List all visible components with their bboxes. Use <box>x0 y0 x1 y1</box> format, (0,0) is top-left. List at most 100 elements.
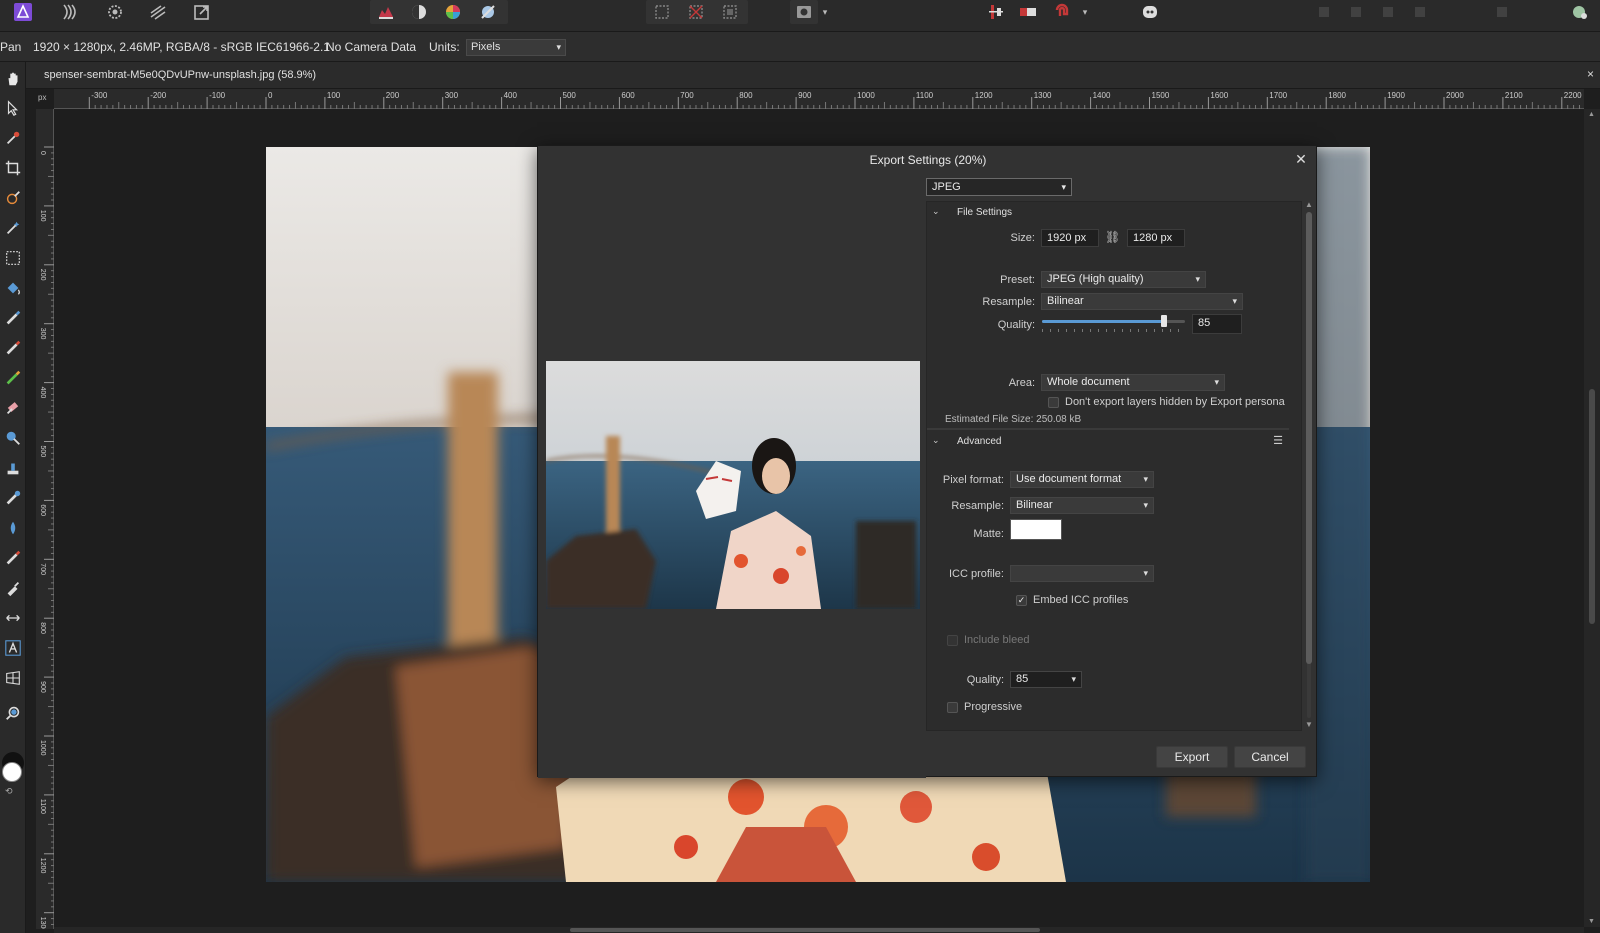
export-persona-icon[interactable] <box>188 0 216 24</box>
ruler-v-label: 1300 <box>39 917 46 929</box>
move-tool-icon[interactable] <box>3 98 23 118</box>
advanced-header[interactable]: ⌄ Advanced ☰ <box>927 431 1289 453</box>
blur-brush-tool-icon[interactable] <box>3 488 23 508</box>
embed-icc-label: Embed ICC profiles <box>1033 594 1129 606</box>
ruler-h-label: 2000 <box>1446 91 1464 100</box>
mesh-warp-tool-icon[interactable] <box>3 668 23 688</box>
quality-slider[interactable] <box>1042 315 1185 327</box>
levels-icon[interactable] <box>372 0 400 24</box>
include-bleed-checkbox[interactable] <box>947 635 958 646</box>
icc-profile-dropdown[interactable]: ▾ <box>1010 565 1154 582</box>
assistant-icon[interactable] <box>1136 0 1164 24</box>
hamburger-menu-icon[interactable]: ☰ <box>1273 434 1283 447</box>
resample-dropdown[interactable]: Bilinear ▾ <box>1041 293 1243 310</box>
marquee-tool-icon[interactable] <box>3 248 23 268</box>
document-tab[interactable]: spenser-sembrat-M5e0QDvUPnw-unsplash.jpg… <box>26 62 1600 89</box>
pen-tool-icon[interactable] <box>3 578 23 598</box>
units-dropdown[interactable]: Pixels ▾ <box>466 39 566 56</box>
pixel-format-dropdown[interactable]: Use document format ▾ <box>1010 471 1154 488</box>
crop-tool-icon[interactable] <box>3 158 23 178</box>
advanced-resample-dropdown[interactable]: Bilinear ▾ <box>1010 497 1154 514</box>
pixel-tool-icon[interactable] <box>3 338 23 358</box>
auto-contrast-icon[interactable] <box>405 0 433 24</box>
close-document-icon[interactable]: × <box>1587 67 1594 81</box>
primary-color-swatch[interactable] <box>2 762 22 782</box>
sharpen-tool-icon[interactable] <box>3 518 23 538</box>
hidden-layers-checkbox[interactable] <box>1048 397 1059 408</box>
ruler-h-label: -300 <box>91 91 108 100</box>
collapse-chevron-icon[interactable]: ⌄ <box>932 206 940 217</box>
resample-label: Resample: <box>982 296 1035 308</box>
liquify-persona-icon[interactable] <box>56 0 84 24</box>
node-tool-icon[interactable] <box>3 608 23 628</box>
tone-mapping-persona-icon[interactable] <box>144 0 172 24</box>
selection-brush-tool-icon[interactable] <box>3 188 23 208</box>
progressive-checkbox[interactable] <box>947 702 958 713</box>
arrange-back-icon[interactable] <box>1374 0 1402 24</box>
chevron-down-icon: ▾ <box>556 42 561 52</box>
advanced-quality-dropdown[interactable]: 85 ▾ <box>1010 671 1082 688</box>
scroll-down-arrow-icon[interactable]: ▼ <box>1305 720 1313 729</box>
quick-mask-icon[interactable] <box>790 0 818 24</box>
select-all-icon[interactable] <box>648 0 676 24</box>
embed-icc-checkbox[interactable]: ✓ <box>1016 595 1027 606</box>
deselect-icon[interactable] <box>682 0 710 24</box>
canvas-horizontal-scrollbar[interactable] <box>54 927 1584 933</box>
erase-brush-tool-icon[interactable] <box>3 398 23 418</box>
hand-tool-icon[interactable] <box>3 69 23 89</box>
include-bleed-label: Include bleed <box>964 634 1030 646</box>
height-input[interactable]: 1280 px <box>1127 229 1185 247</box>
quick-mask-chevron-down-icon[interactable]: ▾ <box>818 0 832 24</box>
arrange-backward-icon[interactable] <box>1406 0 1434 24</box>
alignment-icon[interactable] <box>982 0 1010 24</box>
width-input[interactable]: 1920 px <box>1041 229 1099 247</box>
collapse-chevron-icon[interactable]: ⌄ <box>932 435 940 446</box>
snapping-icon[interactable] <box>1014 0 1042 24</box>
magnet-icon[interactable] <box>1048 0 1076 24</box>
invert-selection-icon[interactable] <box>716 0 744 24</box>
dodge-brush-tool-icon[interactable] <box>3 428 23 448</box>
flood-fill-tool-icon[interactable] <box>3 278 23 298</box>
file-settings-header[interactable]: ⌄ File Settings <box>927 202 1289 224</box>
ruler-h-label: 1800 <box>1328 91 1346 100</box>
flood-select-tool-icon[interactable] <box>3 218 23 238</box>
clone-brush-tool-icon[interactable] <box>3 458 23 478</box>
quality-slider-knob[interactable] <box>1160 315 1167 327</box>
develop-persona-icon[interactable] <box>101 0 129 24</box>
arrange-front-icon[interactable] <box>1310 0 1338 24</box>
export-settings-dialog: Export Settings (20%) ✕ JPEG ▾ ⌄ File Se… <box>537 145 1317 778</box>
ruler-h-label: 1100 <box>916 91 934 100</box>
paint-brush-tool-icon[interactable] <box>3 308 23 328</box>
inpainting-brush-tool-icon[interactable] <box>3 548 23 568</box>
matte-color-swatch[interactable] <box>1010 519 1062 540</box>
cancel-button[interactable]: Cancel <box>1234 746 1306 768</box>
scroll-up-arrow-icon[interactable]: ▲ <box>1588 111 1595 118</box>
zoom-tool-icon[interactable] <box>3 703 23 723</box>
color-wheel-icon[interactable] <box>439 0 467 24</box>
link-dimensions-icon[interactable]: ⛓ <box>1105 230 1120 244</box>
app-window: ▾ ▾ Pan 1920 × 1280px, 2.46MP, RGBA/8 - … <box>0 0 1600 933</box>
close-icon[interactable]: ✕ <box>1294 152 1308 166</box>
settings-scroll-thumb[interactable] <box>1306 212 1312 664</box>
arrange-forward-icon[interactable] <box>1342 0 1370 24</box>
canvas-vertical-scrollbar[interactable]: ▲ ▼ <box>1584 109 1600 927</box>
mixer-brush-tool-icon[interactable] <box>3 368 23 388</box>
quality-input[interactable]: 85 <box>1192 314 1242 334</box>
export-button[interactable]: Export <box>1156 746 1228 768</box>
canvas-horizontal-scroll-thumb[interactable] <box>570 928 1040 932</box>
text-tool-icon[interactable] <box>3 638 23 658</box>
snapping-chevron-down-icon[interactable]: ▾ <box>1078 0 1092 24</box>
canvas-vertical-scroll-thumb[interactable] <box>1589 389 1595 624</box>
preset-dropdown[interactable]: JPEG (High quality) ▾ <box>1041 271 1206 288</box>
white-balance-icon[interactable] <box>474 0 502 24</box>
settings-panel-scrollbar[interactable]: ▲ ▼ <box>1305 200 1313 730</box>
flip-icon[interactable] <box>1488 0 1516 24</box>
app-logo-icon[interactable] <box>10 0 36 24</box>
scroll-up-arrow-icon[interactable]: ▲ <box>1305 200 1313 209</box>
area-dropdown[interactable]: Whole document ▾ <box>1041 374 1225 391</box>
export-format-dropdown[interactable]: JPEG ▾ <box>926 178 1072 196</box>
color-picker-tool-icon[interactable] <box>3 128 23 148</box>
scroll-down-arrow-icon[interactable]: ▼ <box>1588 918 1595 925</box>
swap-colors-icon[interactable]: ⟲ <box>5 786 13 797</box>
user-icon[interactable] <box>1566 0 1594 24</box>
